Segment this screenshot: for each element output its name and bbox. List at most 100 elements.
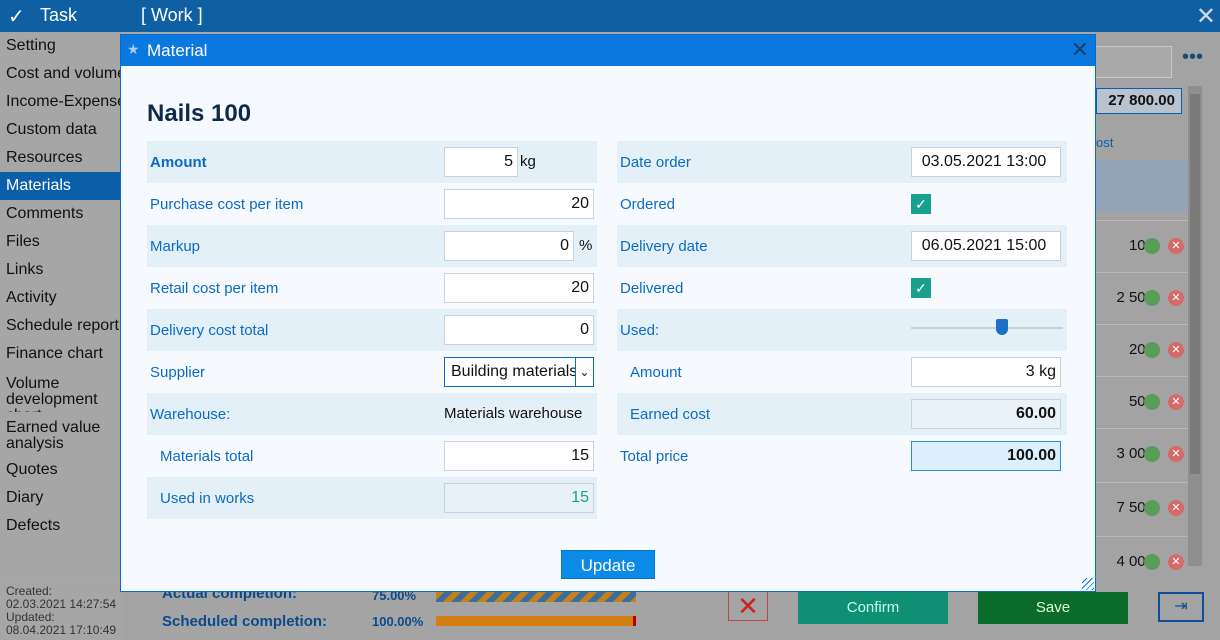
sidebar-item-setting[interactable]: Setting: [0, 32, 122, 60]
confirm-button[interactable]: Confirm: [798, 592, 948, 624]
delete-icon[interactable]: ✕: [1168, 394, 1184, 410]
update-button[interactable]: Update: [561, 550, 655, 579]
delivery-cost-label: Delivery cost total: [150, 322, 269, 339]
markup-input[interactable]: 0: [444, 231, 574, 261]
delete-icon[interactable]: ✕: [1168, 342, 1184, 358]
material-delivery-panel: Date order 03.05.2021 13:00 Ordered ✓ De…: [617, 141, 1067, 477]
edit-icon[interactable]: [1144, 554, 1160, 570]
table-row[interactable]: 100 ✕: [1094, 220, 1188, 270]
scrollbar[interactable]: [1188, 86, 1202, 566]
selected-row-highlight: [1094, 160, 1188, 212]
delete-icon[interactable]: ✕: [1168, 290, 1184, 306]
amount-unit: kg: [520, 153, 536, 170]
warehouse-row: Warehouse: Materials warehouse: [147, 393, 597, 435]
sidebar-item-income-expenses[interactable]: Income-Expenses: [0, 88, 122, 116]
close-icon[interactable]: ✕: [1196, 2, 1216, 31]
material-dialog: ★ Material ✕ Nails 100 Amount 5 kg Purch…: [120, 34, 1096, 592]
sidebar-item-defects[interactable]: Defects: [0, 512, 122, 540]
work-label: [ Work ]: [141, 5, 203, 25]
table-row[interactable]: 200 ✕: [1094, 324, 1188, 374]
scheduled-completion-bar: [436, 616, 636, 626]
total-price-row: Total price 100.00: [617, 435, 1067, 477]
used-slider-thumb[interactable]: [996, 319, 1009, 335]
sidebar-item-volume-development-chart[interactable]: Volume development chart: [0, 368, 122, 413]
ordered-checkbox[interactable]: ✓: [911, 194, 931, 214]
actual-completion-bar[interactable]: [436, 592, 636, 602]
sidebar-item-links[interactable]: Links: [0, 256, 122, 284]
sidebar-item-earned-value-analysis[interactable]: Earned value analysis: [0, 412, 122, 456]
sidebar-item-diary[interactable]: Diary: [0, 484, 122, 512]
sidebar-item-quotes[interactable]: Quotes: [0, 456, 122, 484]
supplier-select[interactable]: Building materials ⌄: [444, 357, 594, 387]
sidebar-item-comments[interactable]: Comments: [0, 200, 122, 228]
cancel-button[interactable]: ✕: [728, 591, 768, 621]
materials-total-row: Materials total 15: [147, 435, 597, 477]
sidebar-item-finance-chart[interactable]: Finance chart: [0, 340, 122, 368]
used-in-works-label: Used in works: [160, 490, 255, 507]
sidebar-item-activity[interactable]: Activity: [0, 284, 122, 312]
resize-grip[interactable]: [1082, 578, 1094, 590]
delivered-checkbox[interactable]: ✓: [911, 278, 931, 298]
close-icon: ✕: [737, 591, 759, 621]
used-amount-input[interactable]: 3 kg: [911, 357, 1061, 387]
earned-cost-label: Earned cost: [630, 406, 711, 423]
edit-icon[interactable]: [1144, 290, 1160, 306]
edit-icon[interactable]: [1144, 446, 1160, 462]
star-icon: ★: [127, 41, 140, 57]
date-order-label: Date order: [620, 154, 691, 171]
save-button[interactable]: Save: [978, 592, 1128, 624]
delete-icon[interactable]: ✕: [1168, 238, 1184, 254]
date-order-input[interactable]: 03.05.2021 13:00: [911, 147, 1061, 177]
used-slider-track[interactable]: [911, 327, 1063, 329]
edit-icon[interactable]: [1144, 238, 1160, 254]
sidebar-item-files[interactable]: Files: [0, 228, 122, 256]
delivery-cost-row: Delivery cost total 0: [147, 309, 597, 351]
sidebar-item-cost-volume[interactable]: Cost and volume: [0, 60, 122, 88]
delete-icon[interactable]: ✕: [1168, 446, 1184, 462]
used-amount-row: Amount 3 kg: [617, 351, 1067, 393]
table-row[interactable]: 7 500 ✕: [1094, 482, 1188, 532]
purchase-cost-input[interactable]: 20: [444, 189, 594, 219]
task-title: Task: [40, 5, 78, 25]
delivery-date-label: Delivery date: [620, 238, 708, 255]
date-order-row: Date order 03.05.2021 13:00: [617, 141, 1067, 183]
markup-label: Markup: [150, 238, 201, 255]
amount-input[interactable]: 5: [444, 147, 518, 177]
edit-icon[interactable]: [1144, 394, 1160, 410]
markup-unit: %: [579, 237, 593, 254]
column-header-cost[interactable]: ost: [1094, 126, 1188, 160]
notes-textarea[interactable]: [1094, 46, 1172, 78]
edit-icon[interactable]: [1144, 500, 1160, 516]
used-amount-label: Amount: [630, 364, 682, 381]
more-icon[interactable]: •••: [1182, 46, 1203, 69]
delivery-cost-input[interactable]: 0: [444, 315, 594, 345]
earned-cost-value: 60.00: [911, 399, 1061, 429]
edit-icon[interactable]: [1144, 342, 1160, 358]
exit-button[interactable]: ⇥: [1158, 592, 1204, 622]
table-row[interactable]: 4 000 ✕: [1094, 536, 1188, 586]
table-row[interactable]: 2 500 ✕: [1094, 272, 1188, 322]
amount-row: Amount 5 kg: [147, 141, 597, 183]
delete-icon[interactable]: ✕: [1168, 500, 1184, 516]
sidebar-item-schedule-report[interactable]: Schedule report: [0, 312, 122, 340]
delivery-date-input[interactable]: 06.05.2021 15:00: [911, 231, 1061, 261]
sidebar-item-resources[interactable]: Resources: [0, 144, 122, 172]
delivered-label: Delivered: [620, 280, 684, 297]
retail-cost-input[interactable]: 20: [444, 273, 594, 303]
updated-value: 08.04.2021 17:10:49: [6, 623, 117, 637]
markup-row: Markup 0 %: [147, 225, 597, 267]
delete-icon[interactable]: ✕: [1168, 554, 1184, 570]
scrollbar-thumb[interactable]: [1190, 94, 1200, 474]
sidebar: Setting Cost and volume Income-Expenses …: [0, 32, 122, 580]
purchase-cost-label: Purchase cost per item: [150, 196, 304, 213]
chevron-down-icon[interactable]: ⌄: [575, 358, 593, 386]
used-label: Used:: [620, 322, 660, 339]
table-row[interactable]: 500 ✕: [1094, 376, 1188, 426]
table-row[interactable]: 3 000 ✕: [1094, 428, 1188, 478]
close-icon[interactable]: ✕: [1071, 37, 1089, 63]
warehouse-label: Warehouse:: [150, 406, 231, 423]
material-cost-panel: Amount 5 kg Purchase cost per item 20 Ma…: [147, 141, 597, 519]
sidebar-item-custom-data[interactable]: Custom data: [0, 116, 122, 144]
sidebar-item-materials[interactable]: Materials: [0, 172, 122, 200]
materials-total-input[interactable]: 15: [444, 441, 594, 471]
